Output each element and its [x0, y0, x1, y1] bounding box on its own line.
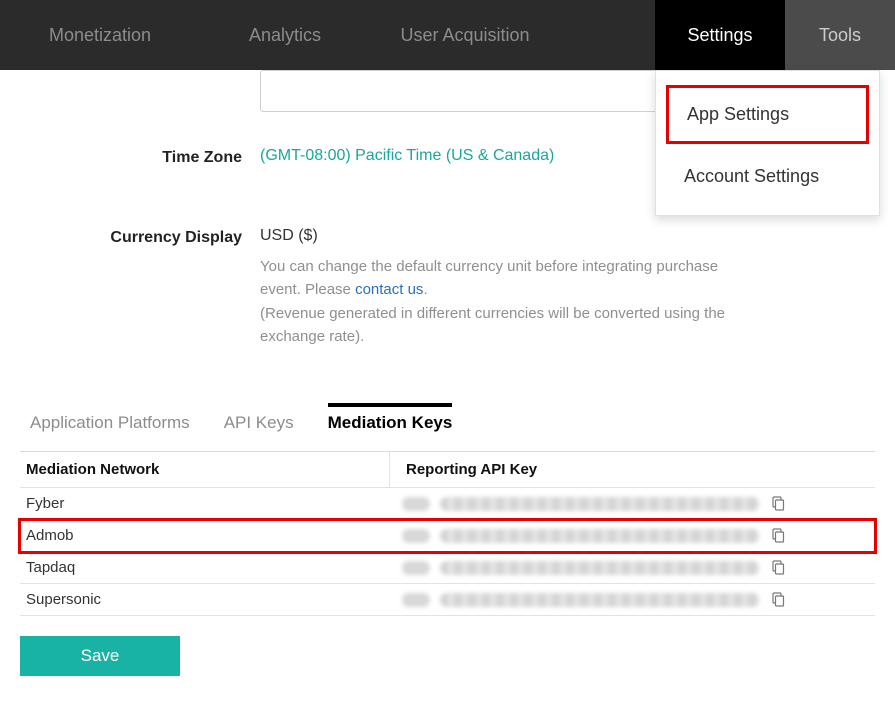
tab-application-platforms[interactable]: Application Platforms: [30, 403, 190, 445]
dropdown-app-settings[interactable]: App Settings: [666, 85, 869, 144]
sub-tabs: Application Platforms API Keys Mediation…: [20, 403, 875, 445]
nav-analytics[interactable]: Analytics: [200, 0, 370, 70]
currency-help: You can change the default currency unit…: [260, 255, 760, 348]
apikey-redacted: [440, 561, 760, 575]
apikey-redacted: [402, 561, 430, 575]
timezone-value[interactable]: (GMT-08:00) Pacific Time (US & Canada): [260, 147, 554, 164]
network-cell: Admob: [20, 527, 390, 544]
dropdown-account-settings[interactable]: Account Settings: [666, 150, 869, 203]
nav-spacer: [560, 0, 655, 70]
apikey-redacted: [440, 593, 760, 607]
table-row: Tapdaq: [20, 552, 875, 584]
currency-help-b: (Revenue generated in different currenci…: [260, 305, 725, 345]
apikey-redacted: [402, 497, 430, 511]
network-cell: Tapdaq: [20, 559, 390, 576]
tab-api-keys[interactable]: API Keys: [224, 403, 294, 445]
tab-mediation-keys[interactable]: Mediation Keys: [328, 403, 453, 445]
apikey-redacted: [440, 497, 760, 511]
network-cell: Fyber: [20, 495, 390, 512]
col-header-network: Mediation Network: [20, 452, 390, 487]
blank-label: [20, 70, 260, 72]
col-header-apikey: Reporting API Key: [390, 461, 875, 478]
apikey-redacted: [402, 593, 430, 607]
currency-help-a: You can change the default currency unit…: [260, 258, 718, 298]
table-row: Fyber: [20, 488, 875, 520]
nav-settings[interactable]: Settings: [655, 0, 785, 70]
save-button[interactable]: Save: [20, 636, 180, 676]
copy-icon[interactable]: [770, 592, 786, 608]
nav-monetization[interactable]: Monetization: [0, 0, 200, 70]
timezone-label: Time Zone: [20, 147, 260, 167]
nav-tools[interactable]: Tools: [785, 0, 895, 70]
copy-icon[interactable]: [770, 560, 786, 576]
currency-help-a-end: .: [423, 281, 427, 298]
contact-us-link[interactable]: contact us: [355, 281, 423, 298]
table-header: Mediation Network Reporting API Key: [20, 452, 875, 488]
apikey-redacted: [402, 529, 430, 543]
nav-user-acquisition[interactable]: User Acquisition: [370, 0, 560, 70]
apikey-redacted: [440, 529, 760, 543]
network-cell: Supersonic: [20, 591, 390, 608]
mediation-table: Mediation Network Reporting API Key Fybe…: [20, 451, 875, 616]
top-nav: Monetization Analytics User Acquisition …: [0, 0, 895, 70]
copy-icon[interactable]: [770, 496, 786, 512]
settings-dropdown: App Settings Account Settings: [655, 70, 880, 216]
table-row: Admob: [20, 520, 875, 552]
copy-icon[interactable]: [770, 528, 786, 544]
currency-value: USD ($): [260, 227, 835, 245]
currency-label: Currency Display: [20, 227, 260, 247]
table-row: Supersonic: [20, 584, 875, 616]
